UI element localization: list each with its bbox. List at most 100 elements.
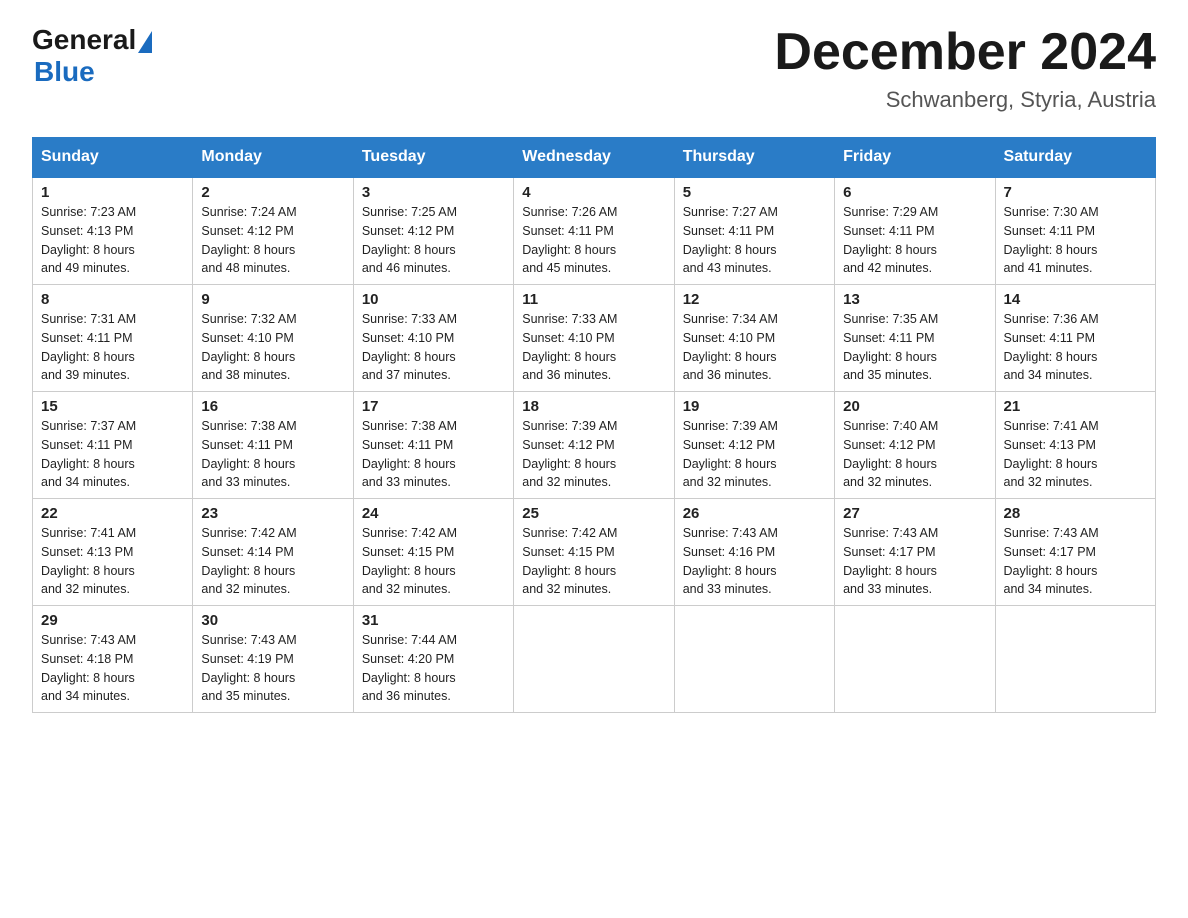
day-info: Sunrise: 7:44 AMSunset: 4:20 PMDaylight:…: [362, 633, 457, 703]
calendar-table: SundayMondayTuesdayWednesdayThursdayFrid…: [32, 137, 1156, 713]
logo-triangle-icon: [138, 31, 152, 53]
day-cell: 4 Sunrise: 7:26 AMSunset: 4:11 PMDayligh…: [514, 177, 674, 285]
calendar-subtitle: Schwanberg, Styria, Austria: [774, 87, 1156, 113]
day-info: Sunrise: 7:43 AMSunset: 4:18 PMDaylight:…: [41, 633, 136, 703]
day-info: Sunrise: 7:38 AMSunset: 4:11 PMDaylight:…: [201, 419, 296, 489]
day-number: 21: [1004, 398, 1147, 415]
day-number: 1: [41, 184, 184, 201]
day-cell: 25 Sunrise: 7:42 AMSunset: 4:15 PMDaylig…: [514, 499, 674, 606]
day-info: Sunrise: 7:39 AMSunset: 4:12 PMDaylight:…: [522, 419, 617, 489]
day-info: Sunrise: 7:25 AMSunset: 4:12 PMDaylight:…: [362, 205, 457, 275]
week-row-5: 29 Sunrise: 7:43 AMSunset: 4:18 PMDaylig…: [33, 606, 1156, 713]
day-info: Sunrise: 7:43 AMSunset: 4:16 PMDaylight:…: [683, 526, 778, 596]
day-info: Sunrise: 7:32 AMSunset: 4:10 PMDaylight:…: [201, 312, 296, 382]
day-number: 26: [683, 505, 826, 522]
day-cell: 31 Sunrise: 7:44 AMSunset: 4:20 PMDaylig…: [353, 606, 513, 713]
day-number: 7: [1004, 184, 1147, 201]
weekday-header-friday: Friday: [835, 138, 995, 178]
day-number: 23: [201, 505, 344, 522]
day-cell: 19 Sunrise: 7:39 AMSunset: 4:12 PMDaylig…: [674, 392, 834, 499]
day-cell: 7 Sunrise: 7:30 AMSunset: 4:11 PMDayligh…: [995, 177, 1155, 285]
day-number: 27: [843, 505, 986, 522]
day-cell: 23 Sunrise: 7:42 AMSunset: 4:14 PMDaylig…: [193, 499, 353, 606]
day-cell: 6 Sunrise: 7:29 AMSunset: 4:11 PMDayligh…: [835, 177, 995, 285]
day-number: 20: [843, 398, 986, 415]
weekday-header-row: SundayMondayTuesdayWednesdayThursdayFrid…: [33, 138, 1156, 178]
day-number: 29: [41, 612, 184, 629]
day-info: Sunrise: 7:33 AMSunset: 4:10 PMDaylight:…: [522, 312, 617, 382]
day-number: 30: [201, 612, 344, 629]
day-number: 9: [201, 291, 344, 308]
day-number: 2: [201, 184, 344, 201]
day-number: 16: [201, 398, 344, 415]
day-info: Sunrise: 7:43 AMSunset: 4:17 PMDaylight:…: [843, 526, 938, 596]
day-number: 28: [1004, 505, 1147, 522]
day-cell: 8 Sunrise: 7:31 AMSunset: 4:11 PMDayligh…: [33, 285, 193, 392]
day-info: Sunrise: 7:38 AMSunset: 4:11 PMDaylight:…: [362, 419, 457, 489]
day-cell: 18 Sunrise: 7:39 AMSunset: 4:12 PMDaylig…: [514, 392, 674, 499]
day-info: Sunrise: 7:36 AMSunset: 4:11 PMDaylight:…: [1004, 312, 1099, 382]
day-cell: 17 Sunrise: 7:38 AMSunset: 4:11 PMDaylig…: [353, 392, 513, 499]
week-row-3: 15 Sunrise: 7:37 AMSunset: 4:11 PMDaylig…: [33, 392, 1156, 499]
day-cell: 24 Sunrise: 7:42 AMSunset: 4:15 PMDaylig…: [353, 499, 513, 606]
weekday-header-sunday: Sunday: [33, 138, 193, 178]
day-cell: 14 Sunrise: 7:36 AMSunset: 4:11 PMDaylig…: [995, 285, 1155, 392]
day-number: 11: [522, 291, 665, 308]
day-cell: 3 Sunrise: 7:25 AMSunset: 4:12 PMDayligh…: [353, 177, 513, 285]
logo: General Blue: [32, 24, 152, 88]
week-row-4: 22 Sunrise: 7:41 AMSunset: 4:13 PMDaylig…: [33, 499, 1156, 606]
weekday-header-thursday: Thursday: [674, 138, 834, 178]
day-number: 6: [843, 184, 986, 201]
day-number: 4: [522, 184, 665, 201]
day-info: Sunrise: 7:41 AMSunset: 4:13 PMDaylight:…: [41, 526, 136, 596]
calendar-title: December 2024: [774, 24, 1156, 81]
day-cell: [995, 606, 1155, 713]
day-number: 25: [522, 505, 665, 522]
day-number: 24: [362, 505, 505, 522]
day-cell: 12 Sunrise: 7:34 AMSunset: 4:10 PMDaylig…: [674, 285, 834, 392]
day-number: 18: [522, 398, 665, 415]
day-number: 12: [683, 291, 826, 308]
day-cell: 26 Sunrise: 7:43 AMSunset: 4:16 PMDaylig…: [674, 499, 834, 606]
day-cell: 27 Sunrise: 7:43 AMSunset: 4:17 PMDaylig…: [835, 499, 995, 606]
day-cell: 29 Sunrise: 7:43 AMSunset: 4:18 PMDaylig…: [33, 606, 193, 713]
day-info: Sunrise: 7:42 AMSunset: 4:14 PMDaylight:…: [201, 526, 296, 596]
day-number: 15: [41, 398, 184, 415]
weekday-header-saturday: Saturday: [995, 138, 1155, 178]
day-info: Sunrise: 7:43 AMSunset: 4:19 PMDaylight:…: [201, 633, 296, 703]
day-number: 13: [843, 291, 986, 308]
day-number: 22: [41, 505, 184, 522]
day-number: 3: [362, 184, 505, 201]
week-row-2: 8 Sunrise: 7:31 AMSunset: 4:11 PMDayligh…: [33, 285, 1156, 392]
day-info: Sunrise: 7:33 AMSunset: 4:10 PMDaylight:…: [362, 312, 457, 382]
day-number: 17: [362, 398, 505, 415]
day-info: Sunrise: 7:26 AMSunset: 4:11 PMDaylight:…: [522, 205, 617, 275]
day-info: Sunrise: 7:29 AMSunset: 4:11 PMDaylight:…: [843, 205, 938, 275]
day-info: Sunrise: 7:41 AMSunset: 4:13 PMDaylight:…: [1004, 419, 1099, 489]
day-cell: 21 Sunrise: 7:41 AMSunset: 4:13 PMDaylig…: [995, 392, 1155, 499]
day-cell: 5 Sunrise: 7:27 AMSunset: 4:11 PMDayligh…: [674, 177, 834, 285]
day-cell: 20 Sunrise: 7:40 AMSunset: 4:12 PMDaylig…: [835, 392, 995, 499]
day-info: Sunrise: 7:24 AMSunset: 4:12 PMDaylight:…: [201, 205, 296, 275]
day-cell: 28 Sunrise: 7:43 AMSunset: 4:17 PMDaylig…: [995, 499, 1155, 606]
day-cell: 2 Sunrise: 7:24 AMSunset: 4:12 PMDayligh…: [193, 177, 353, 285]
day-cell: [514, 606, 674, 713]
day-info: Sunrise: 7:35 AMSunset: 4:11 PMDaylight:…: [843, 312, 938, 382]
day-info: Sunrise: 7:42 AMSunset: 4:15 PMDaylight:…: [362, 526, 457, 596]
week-row-1: 1 Sunrise: 7:23 AMSunset: 4:13 PMDayligh…: [33, 177, 1156, 285]
logo-blue-text: Blue: [34, 56, 95, 88]
day-info: Sunrise: 7:34 AMSunset: 4:10 PMDaylight:…: [683, 312, 778, 382]
day-cell: 10 Sunrise: 7:33 AMSunset: 4:10 PMDaylig…: [353, 285, 513, 392]
day-cell: 22 Sunrise: 7:41 AMSunset: 4:13 PMDaylig…: [33, 499, 193, 606]
header: General Blue December 2024 Schwanberg, S…: [32, 24, 1156, 113]
day-cell: 11 Sunrise: 7:33 AMSunset: 4:10 PMDaylig…: [514, 285, 674, 392]
day-info: Sunrise: 7:37 AMSunset: 4:11 PMDaylight:…: [41, 419, 136, 489]
day-cell: 30 Sunrise: 7:43 AMSunset: 4:19 PMDaylig…: [193, 606, 353, 713]
weekday-header-monday: Monday: [193, 138, 353, 178]
day-info: Sunrise: 7:43 AMSunset: 4:17 PMDaylight:…: [1004, 526, 1099, 596]
day-info: Sunrise: 7:30 AMSunset: 4:11 PMDaylight:…: [1004, 205, 1099, 275]
day-info: Sunrise: 7:31 AMSunset: 4:11 PMDaylight:…: [41, 312, 136, 382]
weekday-header-wednesday: Wednesday: [514, 138, 674, 178]
day-info: Sunrise: 7:40 AMSunset: 4:12 PMDaylight:…: [843, 419, 938, 489]
weekday-header-tuesday: Tuesday: [353, 138, 513, 178]
